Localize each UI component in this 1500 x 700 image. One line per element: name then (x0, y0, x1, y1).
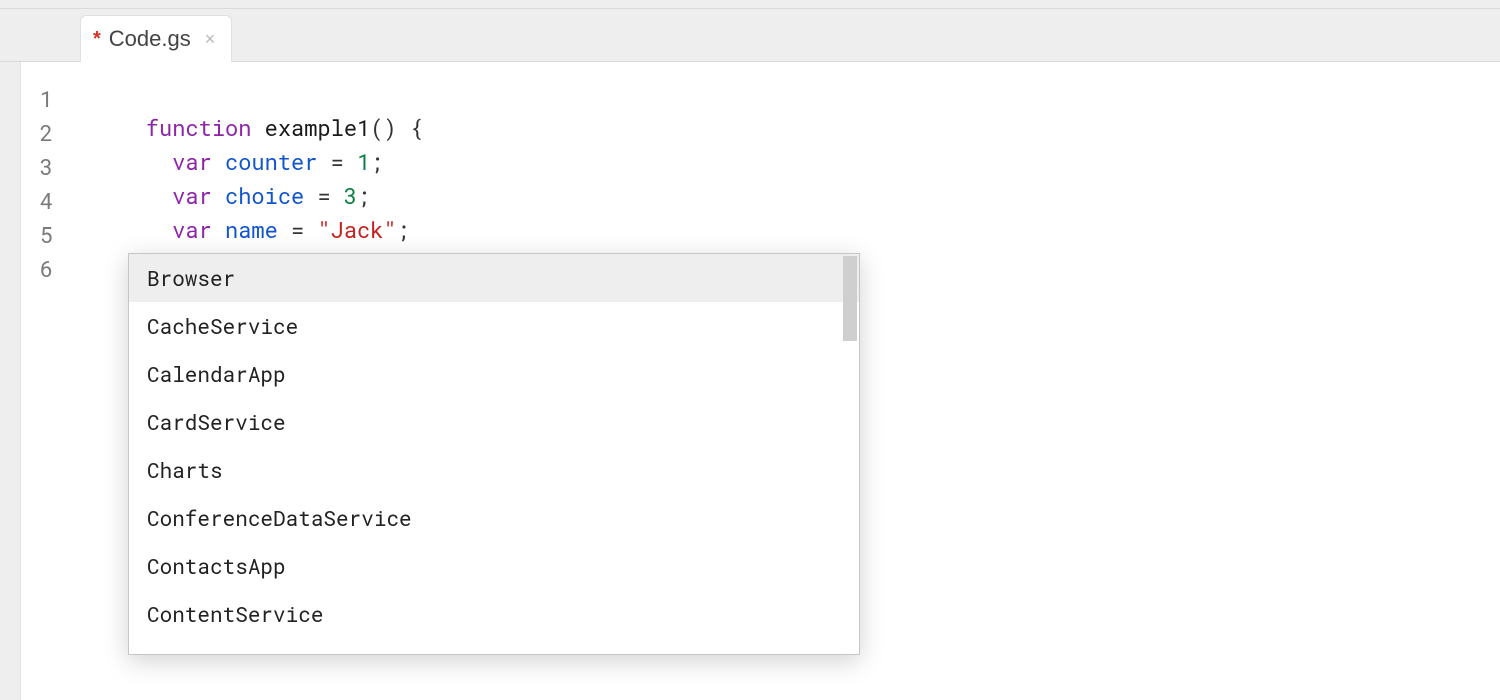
autocomplete-item[interactable]: CacheService (129, 302, 859, 350)
line-number-gutter: 1 2 3 4 5 6 (21, 62, 71, 700)
autocomplete-item[interactable]: ContactsApp (129, 542, 859, 590)
autocomplete-item[interactable]: CardService (129, 398, 859, 446)
line-number: 1 (21, 84, 71, 113)
line-number: 4 (21, 186, 71, 215)
space (212, 215, 225, 244)
autocomplete-item[interactable]: CalendarApp (129, 350, 859, 398)
punct: ; (370, 147, 383, 176)
close-icon[interactable]: × (205, 30, 216, 48)
line-number: 2 (21, 118, 71, 147)
autocomplete-popup[interactable]: Browser CacheService CalendarApp CardSer… (128, 253, 860, 655)
line-number: 5 (21, 220, 71, 249)
line-number: 6 (21, 254, 71, 283)
unsaved-indicator-icon: * (93, 29, 101, 49)
variable-name: name (225, 215, 278, 244)
line-number: 3 (21, 152, 71, 181)
keyword: var (172, 215, 212, 244)
scrollbar-thumb[interactable] (843, 256, 857, 341)
autocomplete-item[interactable]: ContentService (129, 590, 859, 638)
autocomplete-item[interactable]: Browser (129, 254, 859, 302)
string-literal: "Jack" (317, 215, 396, 244)
punct: = (278, 215, 318, 244)
punct: ; (397, 215, 410, 244)
tab-bar: * Code.gs × (0, 8, 1500, 62)
autocomplete-item[interactable]: Charts (129, 446, 859, 494)
file-tab[interactable]: * Code.gs × (80, 15, 232, 63)
autocomplete-item[interactable]: ConferenceDataService (129, 494, 859, 542)
tab-filename: Code.gs (109, 26, 191, 52)
